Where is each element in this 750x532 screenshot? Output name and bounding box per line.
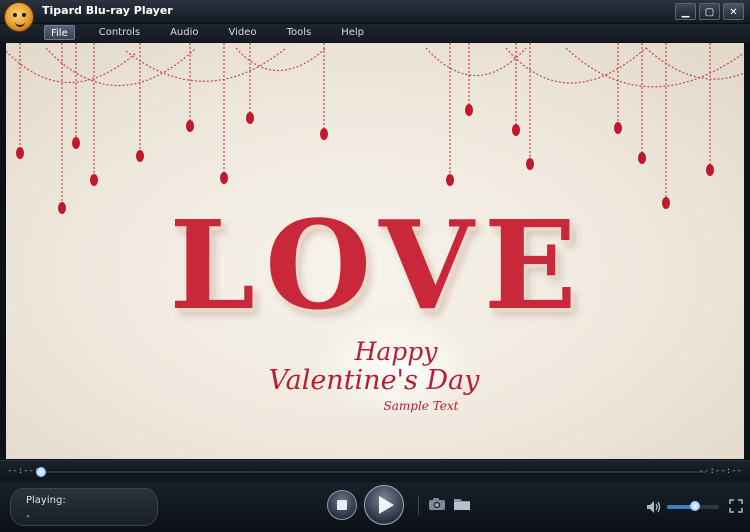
stop-icon <box>337 500 347 510</box>
menu-video[interactable]: Video <box>223 25 263 40</box>
volume-handle[interactable] <box>690 501 700 511</box>
status-label: Playing: <box>26 495 66 506</box>
menu-file[interactable]: File <box>44 25 75 40</box>
stop-button[interactable] <box>327 490 357 520</box>
menu-audio[interactable]: Audio <box>164 25 204 40</box>
menu-help[interactable]: Help <box>335 25 370 40</box>
seek-track[interactable] <box>42 470 707 474</box>
control-separator <box>418 496 419 516</box>
greeting-sample-text: Sample Text <box>383 399 459 413</box>
control-panel: Playing: - <box>0 482 750 532</box>
menu-bar: File Controls Audio Video Tools Help <box>0 24 750 42</box>
video-display[interactable]: LOVE Happy Valentine's Day Sample Text <box>6 43 744 459</box>
play-icon <box>378 496 394 514</box>
play-button[interactable] <box>364 485 404 525</box>
menu-controls[interactable]: Controls <box>93 25 146 40</box>
greeting-happy: Happy <box>354 337 438 366</box>
window-controls: ▁ ▢ ✕ <box>675 3 744 20</box>
close-button[interactable]: ✕ <box>723 3 744 20</box>
close-icon: ✕ <box>729 7 738 18</box>
maximize-icon: ▢ <box>704 7 715 18</box>
app-logo-icon <box>4 2 34 32</box>
volume-icon[interactable] <box>646 500 662 514</box>
greeting-valentines-day: Valentine's Day <box>268 365 480 396</box>
seek-bar: --:--:-- --:--:-- <box>0 460 750 482</box>
window-title: Tipard Blu-ray Player <box>42 4 173 17</box>
title-bar: Tipard Blu-ray Player ▁ ▢ ✕ <box>0 0 750 32</box>
minimize-button[interactable]: ▁ <box>675 3 696 20</box>
total-time: --:--:-- <box>698 466 742 476</box>
status-panel: Playing: - <box>10 488 158 526</box>
menu-tools[interactable]: Tools <box>281 25 318 40</box>
minimize-icon: ▁ <box>681 7 690 18</box>
folder-icon[interactable] <box>453 497 471 511</box>
status-value: - <box>26 511 30 522</box>
fullscreen-icon[interactable] <box>729 499 743 513</box>
camera-icon[interactable] <box>428 497 446 511</box>
maximize-button[interactable]: ▢ <box>699 3 720 20</box>
seek-handle[interactable] <box>36 467 46 477</box>
